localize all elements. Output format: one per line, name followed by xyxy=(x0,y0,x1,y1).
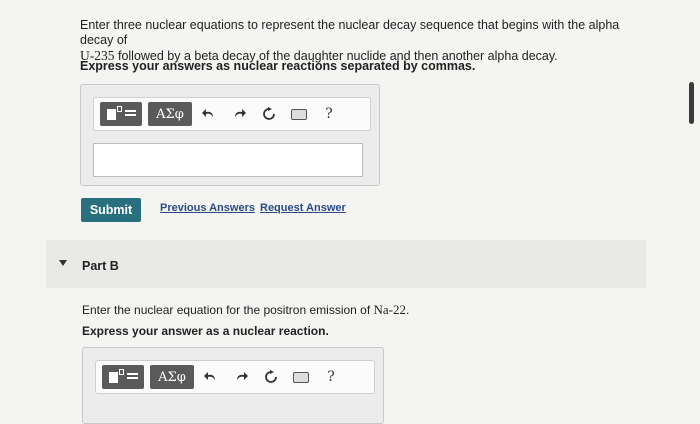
part-a-answer-input[interactable] xyxy=(93,143,363,177)
part-b-header[interactable] xyxy=(46,240,646,288)
help-button[interactable]: ? xyxy=(316,102,342,126)
part-b-answer-panel: ΑΣφ ? xyxy=(82,347,384,424)
part-a-instruction: Express your answers as nuclear reaction… xyxy=(80,59,476,73)
part-b-label: Part B xyxy=(82,259,119,273)
previous-answers-link[interactable]: Previous Answers xyxy=(160,202,255,214)
part-a-math-toolbar: ΑΣφ ? xyxy=(93,97,371,131)
keyboard-icon[interactable] xyxy=(286,102,312,126)
redo-icon[interactable] xyxy=(226,102,252,126)
reset-icon[interactable] xyxy=(256,102,282,126)
part-b-nuclide: Na-22 xyxy=(373,302,407,317)
templates-icon[interactable] xyxy=(100,102,142,126)
reset-icon[interactable] xyxy=(258,365,284,389)
part-a-question: Enter three nuclear equations to represe… xyxy=(80,18,640,64)
request-answer-link[interactable]: Request Answer xyxy=(260,202,346,214)
keyboard-icon[interactable] xyxy=(288,365,314,389)
question-page: Enter three nuclear equations to represe… xyxy=(0,0,700,424)
greek-symbols-button[interactable]: ΑΣφ xyxy=(148,102,192,126)
part-b-question-suffix: . xyxy=(406,303,410,317)
scrollbar[interactable] xyxy=(689,82,694,124)
submit-button[interactable]: Submit xyxy=(81,198,141,222)
help-button[interactable]: ? xyxy=(318,365,344,389)
undo-icon[interactable] xyxy=(196,102,222,126)
undo-icon[interactable] xyxy=(198,365,224,389)
part-b-math-toolbar: ΑΣφ ? xyxy=(95,360,375,394)
redo-icon[interactable] xyxy=(228,365,254,389)
collapse-caret-icon[interactable] xyxy=(59,260,67,266)
greek-symbols-button[interactable]: ΑΣφ xyxy=(150,365,194,389)
part-b-question-prefix: Enter the nuclear equation for the posit… xyxy=(82,303,374,317)
part-b-instruction: Express your answer as a nuclear reactio… xyxy=(82,324,329,338)
part-b-question: Enter the nuclear equation for the posit… xyxy=(82,302,409,318)
part-a-answer-panel: ΑΣφ ? xyxy=(80,84,380,186)
templates-icon[interactable] xyxy=(102,365,144,389)
part-a-question-line1: Enter three nuclear equations to represe… xyxy=(80,18,620,47)
